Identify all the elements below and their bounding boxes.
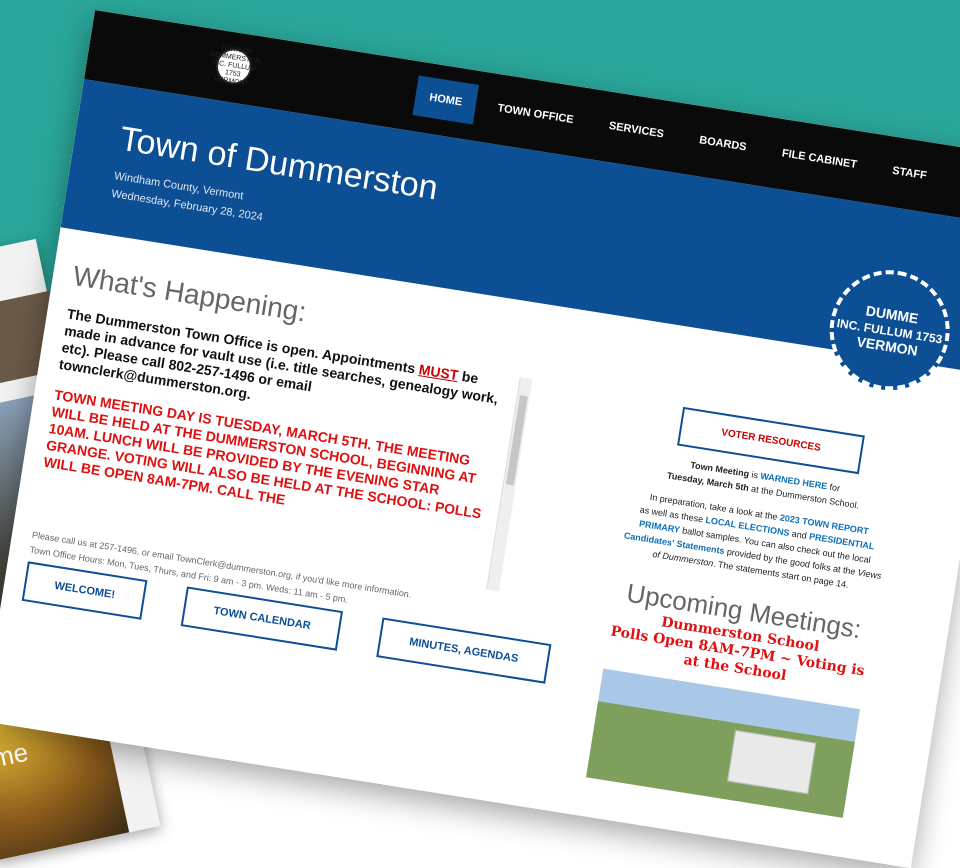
nav-boards[interactable]: BOARDS (682, 118, 763, 169)
nav-file-cabinet[interactable]: FILE CABINET (765, 131, 874, 187)
notice-scroll-thumb[interactable] (505, 395, 528, 486)
nav-town-office[interactable]: TOWN OFFICE (481, 86, 591, 142)
website-page: TOWN OF DUMMERSTON INC. FULLUM 1753 VERM… (0, 10, 960, 868)
school-building (727, 730, 817, 795)
nav-staff[interactable]: STAFF (875, 149, 943, 198)
side-column: VOTER RESOURCES Town Meeting is WARNED H… (581, 400, 907, 819)
school-photo (586, 668, 861, 818)
tm-text-c: for (826, 481, 841, 494)
prep-text-c: and (788, 528, 810, 542)
town-seal-large: DUMME INC. FULLUM 1753 VERMON (821, 261, 959, 399)
nav-home[interactable]: HOME (412, 75, 479, 125)
town-seal-text: TOWN OF DUMMERSTON INC. FULLUM 1753 VERM… (209, 44, 261, 88)
minutes-agendas-button[interactable]: MINUTES, AGENDAS (376, 617, 551, 684)
nav-services[interactable]: SERVICES (592, 104, 681, 157)
nav-contact[interactable]: CO (945, 160, 960, 206)
town-seal-logo[interactable]: TOWN OF DUMMERSTON INC. FULLUM 1753 VERM… (210, 44, 261, 88)
